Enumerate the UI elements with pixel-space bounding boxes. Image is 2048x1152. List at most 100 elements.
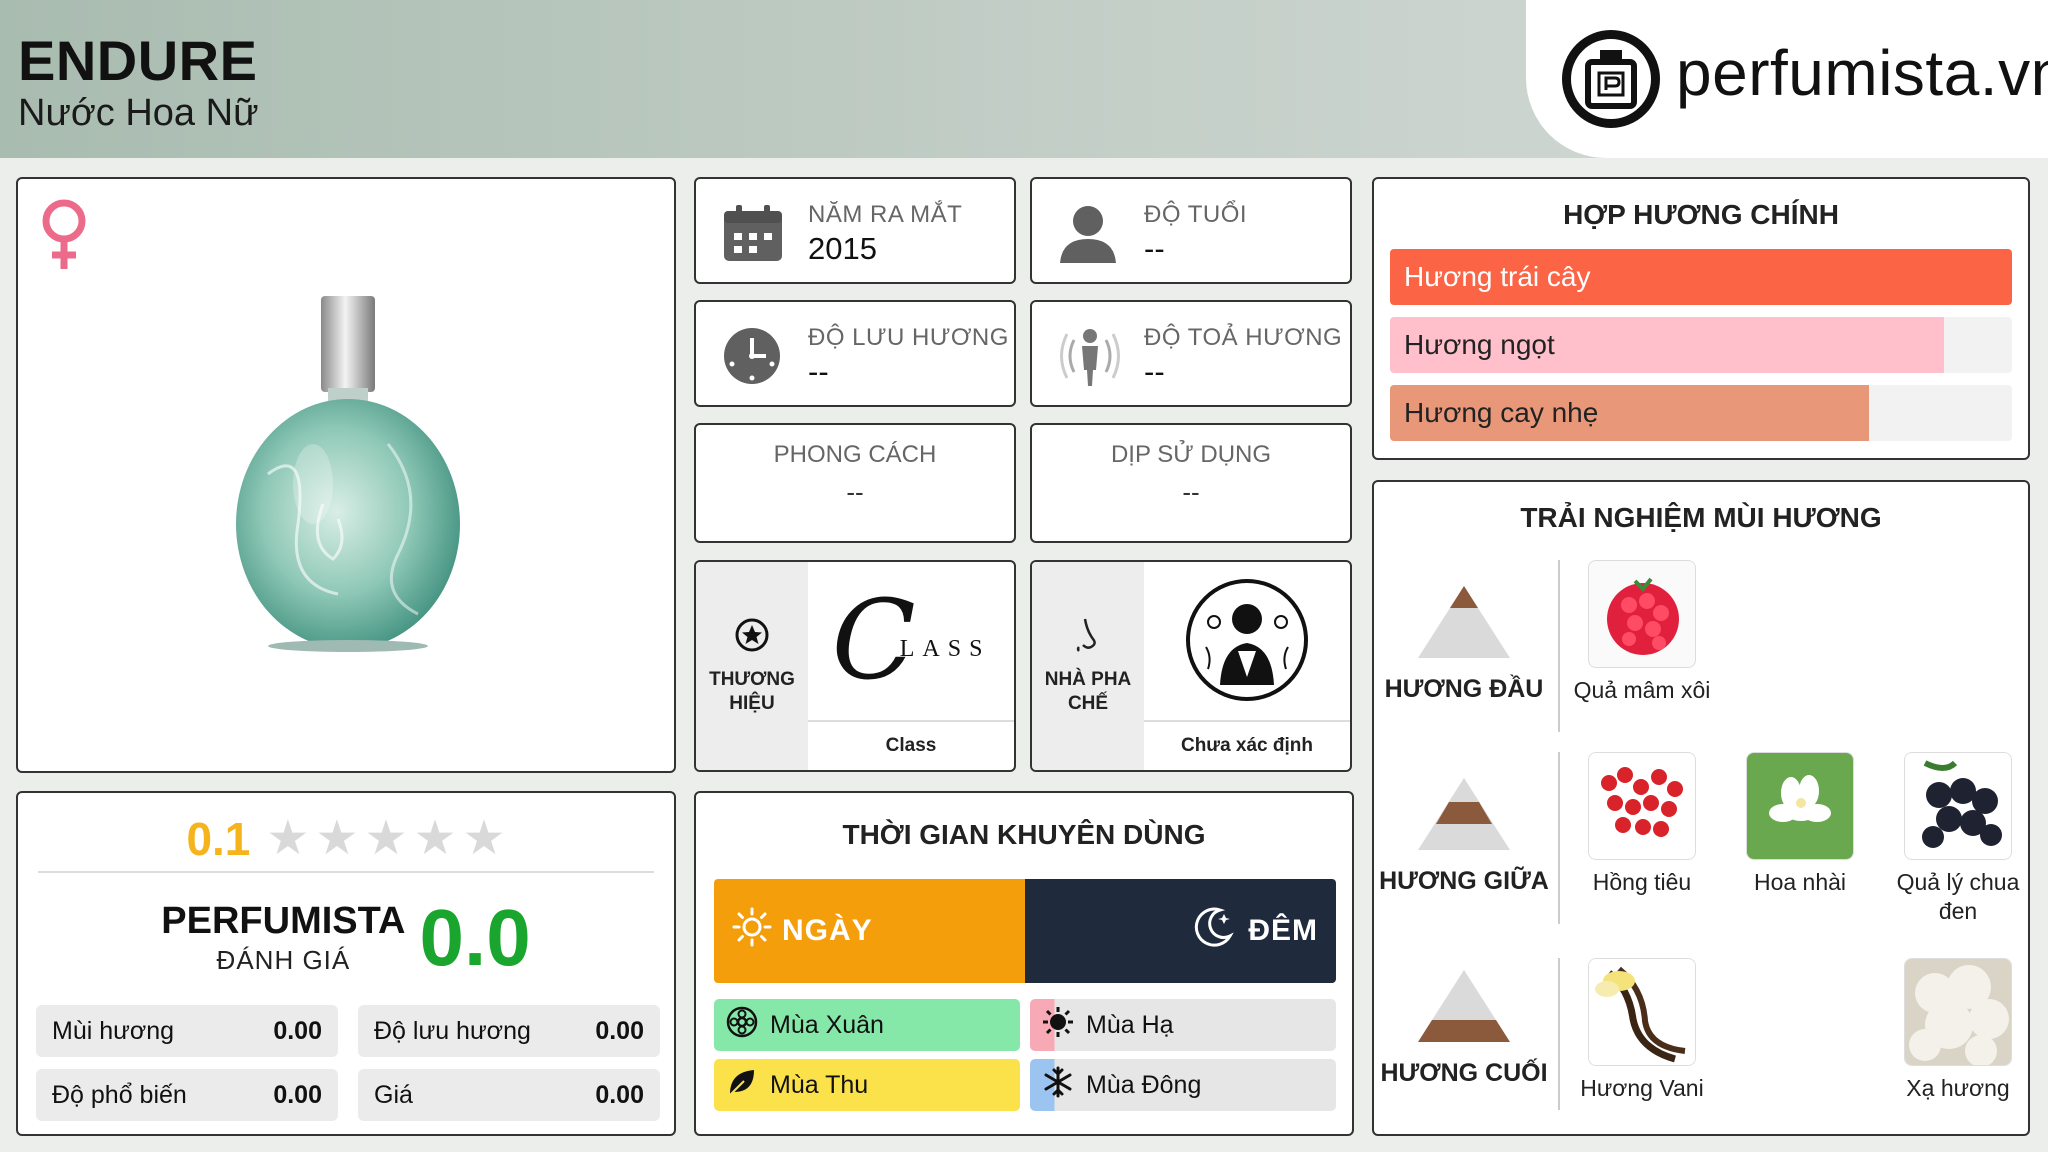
flower-icon bbox=[726, 1006, 758, 1045]
note-blackcurrant[interactable]: Quả lý chua đen bbox=[1888, 752, 2028, 926]
longevity-label: ĐỘ LƯU HƯƠNG bbox=[808, 324, 1009, 351]
metric-label: Giá bbox=[374, 1080, 413, 1109]
perfumer-side: NHÀ PHA CHẾ bbox=[1032, 562, 1144, 770]
product-title: ENDURE bbox=[18, 29, 258, 92]
metric-label: Độ lưu hương bbox=[374, 1016, 531, 1045]
clock-icon bbox=[722, 326, 782, 391]
snowflake-icon bbox=[1042, 1066, 1074, 1105]
accord-fill: Hương ngọt bbox=[1390, 317, 1944, 373]
age-value: -- bbox=[1144, 231, 1165, 266]
day-night-bar: NGÀY ĐÊM bbox=[714, 879, 1336, 983]
musk-image bbox=[1904, 958, 2012, 1066]
moon-icon bbox=[1190, 904, 1236, 958]
tier-divider bbox=[1558, 560, 1560, 732]
nose-icon bbox=[1073, 617, 1103, 658]
season-summer: Mùa Hạ bbox=[1030, 999, 1336, 1051]
metric-label: Mùi hương bbox=[52, 1016, 175, 1045]
raspberry-image bbox=[1588, 560, 1696, 668]
star-rating[interactable]: ★ ★ ★ ★ ★ bbox=[266, 815, 505, 863]
season-label: Mùa Xuân bbox=[770, 1010, 884, 1039]
note-jasmine[interactable]: Hoa nhài bbox=[1730, 752, 1870, 897]
age-label: ĐỘ TUỔI bbox=[1144, 201, 1248, 228]
perfumista-score: 0.0 bbox=[419, 893, 531, 982]
leaf-icon bbox=[726, 1066, 758, 1105]
launch-year-card: NĂM RA MẮT 2015 bbox=[694, 177, 1016, 284]
brand-logo-text: LASS bbox=[899, 635, 991, 662]
calendar-icon bbox=[722, 203, 784, 268]
season-label: Mùa Hạ bbox=[1086, 1010, 1174, 1039]
note-name: Hồng tiêu bbox=[1592, 869, 1692, 895]
perfume-logo-icon bbox=[1562, 30, 1660, 128]
main-accords-title: HỢP HƯƠNG CHÍNH bbox=[1563, 199, 1839, 230]
sun-icon bbox=[732, 907, 772, 955]
metric-value: 0.00 bbox=[595, 1080, 644, 1109]
sillage-icon bbox=[1058, 326, 1122, 393]
note-pink-pepper[interactable]: Hồng tiêu bbox=[1572, 752, 1712, 897]
style-card: PHONG CÁCH -- bbox=[694, 423, 1016, 543]
brand-label-line: THƯƠNG bbox=[709, 668, 795, 690]
jasmine-image bbox=[1746, 752, 1854, 860]
season-winter: Mùa Đông bbox=[1030, 1059, 1336, 1111]
tier-divider bbox=[1558, 958, 1560, 1110]
star-icon[interactable]: ★ bbox=[266, 815, 309, 863]
brand-name: Class bbox=[808, 720, 1014, 770]
metric-longevity: Độ lưu hương 0.00 bbox=[358, 1005, 660, 1057]
pyramid-base-icon bbox=[1374, 966, 1554, 1051]
accord-bar: Hương cay nhẹ bbox=[1390, 385, 2012, 441]
perfumer-card[interactable]: NHÀ PHA CHẾ Chưa xác định bbox=[1030, 560, 1352, 772]
style-label: PHONG CÁCH bbox=[773, 441, 937, 468]
note-vanilla[interactable]: Hương Vani bbox=[1572, 958, 1712, 1103]
perfume-bottle-image bbox=[228, 294, 468, 659]
star-icon[interactable]: ★ bbox=[315, 815, 358, 863]
perfumer-label: NHÀ PHA CHẾ bbox=[1045, 668, 1132, 716]
scent-experience-card: TRẢI NGHIỆM MÙI HƯƠNG HƯƠNG ĐẦU Quả mâm … bbox=[1372, 480, 2030, 1136]
metric-scent: Mùi hương 0.00 bbox=[36, 1005, 338, 1057]
user-rating-score: 0.1 bbox=[186, 813, 251, 865]
accord-fill: Hương trái cây bbox=[1390, 249, 2012, 305]
person-icon bbox=[1058, 203, 1118, 270]
night-label: ĐÊM bbox=[1248, 914, 1318, 947]
note-raspberry[interactable]: Quả mâm xôi bbox=[1572, 560, 1712, 705]
sillage-card: ĐỘ TOẢ HƯƠNG -- bbox=[1030, 300, 1352, 407]
perfumer-label-line: NHÀ PHA bbox=[1044, 668, 1132, 690]
vanilla-image bbox=[1588, 958, 1696, 1066]
launch-year-value: 2015 bbox=[808, 231, 877, 266]
note-name: Quả mâm xôi bbox=[1573, 677, 1711, 703]
longevity-card: ĐỘ LƯU HƯƠNG -- bbox=[694, 300, 1016, 407]
star-icon[interactable]: ★ bbox=[364, 815, 407, 863]
perfumista-label: PERFUMISTA ĐÁNH GIÁ bbox=[161, 900, 405, 976]
season-label: Mùa Đông bbox=[1086, 1070, 1202, 1099]
product-image-card bbox=[16, 177, 676, 773]
brand-side: THƯƠNG HIỆU bbox=[696, 562, 808, 770]
occasion-card: DỊP SỬ DỤNG -- bbox=[1030, 423, 1352, 543]
metric-popularity: Độ phổ biến 0.00 bbox=[36, 1069, 338, 1121]
perfumer-label-line: CHẾ bbox=[1067, 692, 1109, 714]
season-spring: Mùa Xuân bbox=[714, 999, 1020, 1051]
pink-pepper-image bbox=[1588, 752, 1696, 860]
star-icon[interactable]: ★ bbox=[413, 815, 456, 863]
metric-value: 0.00 bbox=[595, 1016, 644, 1045]
blackcurrant-image bbox=[1904, 752, 2012, 860]
note-musk[interactable]: Xạ hương bbox=[1888, 958, 2028, 1103]
perfumista-label-sub: ĐÁNH GIÁ bbox=[216, 945, 351, 975]
accord-bar: Hương trái cây bbox=[1390, 249, 2012, 305]
launch-year-label: NĂM RA MẮT bbox=[808, 201, 963, 228]
user-rating-row: 0.1 ★ ★ ★ ★ ★ bbox=[38, 807, 654, 873]
perfumista-label-name: PERFUMISTA bbox=[161, 900, 406, 942]
note-name: Quả lý chua đen bbox=[1896, 869, 2020, 924]
star-icon[interactable]: ★ bbox=[463, 815, 506, 863]
occasion-label: DỊP SỬ DỤNG bbox=[1110, 441, 1272, 468]
top-notes-tier: HƯƠNG ĐẦU bbox=[1374, 582, 1554, 704]
style-value: -- bbox=[846, 477, 864, 507]
recommended-time-title: THỜI GIAN KHUYÊN DÙNG bbox=[842, 819, 1206, 850]
brand-card[interactable]: THƯƠNG HIỆU C LASS Class bbox=[694, 560, 1016, 772]
longevity-value: -- bbox=[808, 354, 829, 389]
female-symbol-icon bbox=[34, 195, 94, 280]
metric-price: Giá 0.00 bbox=[358, 1069, 660, 1121]
day-segment: NGÀY bbox=[714, 879, 1025, 983]
site-logo[interactable]: perfumista.vn bbox=[1526, 0, 2048, 158]
logo-text: perfumista.vn bbox=[1676, 37, 2048, 109]
header: ENDURE Nước Hoa Nữ perfumista.vn bbox=[0, 0, 2048, 158]
perfumer-name: Chưa xác định bbox=[1144, 720, 1350, 770]
recommended-time-card: THỜI GIAN KHUYÊN DÙNG NGÀY ĐÊM Mùa Xuân … bbox=[694, 791, 1354, 1136]
